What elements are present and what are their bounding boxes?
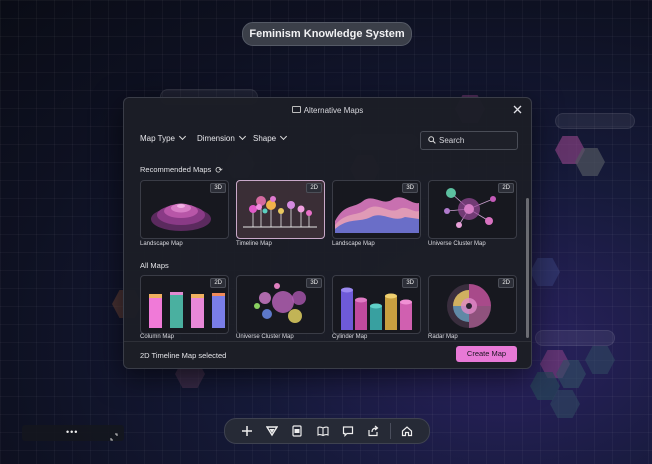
add-icon	[242, 426, 252, 436]
dialog-scrollbar[interactable]	[526, 198, 529, 338]
app-title: Feminism Knowledge System	[242, 22, 412, 46]
dimension-badge: 2D	[306, 183, 322, 193]
home-button[interactable]	[399, 423, 415, 439]
map-card-universe-cluster[interactable]: 2D	[428, 180, 517, 239]
background-node	[530, 258, 560, 286]
refresh-icon[interactable]: ⟳	[215, 165, 223, 176]
more-options-icon[interactable]: •••	[66, 427, 78, 437]
map-type-filter[interactable]: Map Type	[140, 132, 187, 143]
dimension-badge: 2D	[210, 278, 226, 288]
background-chip	[555, 113, 635, 129]
home-icon	[401, 426, 413, 437]
shape-filter[interactable]: Shape	[253, 132, 288, 143]
dimension-badge: 3D	[402, 278, 418, 288]
map-card-landscape-waves[interactable]: 3D	[332, 180, 421, 239]
add-button[interactable]	[239, 423, 255, 439]
alternative-maps-dialog: Alternative Maps Map Type Dimension Shap…	[123, 97, 532, 369]
dialog-title: Alternative Maps	[303, 106, 364, 115]
dimension-filter[interactable]: Dimension	[197, 132, 246, 143]
document-icon	[292, 425, 302, 437]
share-button[interactable]	[365, 423, 381, 439]
search-icon	[428, 136, 436, 144]
search-input[interactable]	[439, 132, 511, 149]
card-label: Universe Cluster Map	[428, 241, 486, 247]
share-icon	[368, 425, 379, 437]
filter-button[interactable]	[264, 423, 280, 439]
all-maps-section-title: All Maps	[140, 261, 169, 270]
close-icon	[513, 105, 522, 114]
create-map-button[interactable]: Create Map	[456, 346, 517, 362]
recommended-section-title: Recommended Maps ⟳	[140, 164, 223, 175]
dimension-badge: 2D	[498, 278, 514, 288]
section-label: Recommended Maps	[140, 165, 212, 174]
card-label: Universe Cluster Map	[236, 334, 294, 340]
filter-triangle-icon	[266, 426, 278, 437]
map-icon	[291, 106, 301, 114]
close-button[interactable]	[513, 103, 522, 117]
background-chip	[535, 330, 615, 346]
bottom-left-panel: •••	[22, 425, 124, 441]
background-node	[585, 346, 615, 374]
toolbar-divider	[390, 423, 391, 439]
dimension-badge: 2D	[498, 183, 514, 193]
dimension-badge: 3D	[210, 183, 226, 193]
map-card-universe-cluster-3d[interactable]: 3D	[236, 275, 325, 334]
comment-button[interactable]	[340, 423, 356, 439]
chevron-down-icon	[178, 132, 187, 141]
bottom-toolbar	[224, 418, 430, 444]
map-card-radar[interactable]: 2D	[428, 275, 517, 334]
chevron-down-icon	[238, 132, 246, 141]
dimension-badge: 3D	[402, 183, 418, 193]
filter-label: Dimension	[197, 134, 235, 143]
card-label: Timeline Map	[236, 241, 272, 247]
dialog-footer: 2D Timeline Map selected Create Map	[124, 341, 531, 368]
card-label: Cylinder Map	[332, 334, 368, 340]
card-label: Landscape Map	[332, 241, 375, 247]
card-label: Column Map	[140, 334, 175, 340]
map-card-landscape[interactable]: 3D	[140, 180, 229, 239]
chevron-down-icon	[280, 132, 288, 141]
expand-icon[interactable]	[110, 428, 118, 446]
document-button[interactable]	[289, 423, 305, 439]
card-label: Landscape Map	[140, 241, 183, 247]
selection-status: 2D Timeline Map selected	[140, 351, 227, 360]
comment-icon	[342, 426, 354, 437]
map-card-cylinder[interactable]: 3D	[332, 275, 421, 334]
card-label: Radar Map	[428, 334, 458, 340]
dialog-header: Alternative Maps	[124, 106, 531, 115]
search-box[interactable]	[420, 131, 518, 150]
book-button[interactable]	[315, 423, 331, 439]
dimension-badge: 3D	[306, 278, 322, 288]
book-icon	[317, 426, 329, 437]
filter-label: Map Type	[140, 134, 175, 143]
map-card-column[interactable]: 2D	[140, 275, 229, 334]
filter-label: Shape	[253, 134, 277, 143]
map-card-timeline[interactable]: 2D	[236, 180, 325, 239]
